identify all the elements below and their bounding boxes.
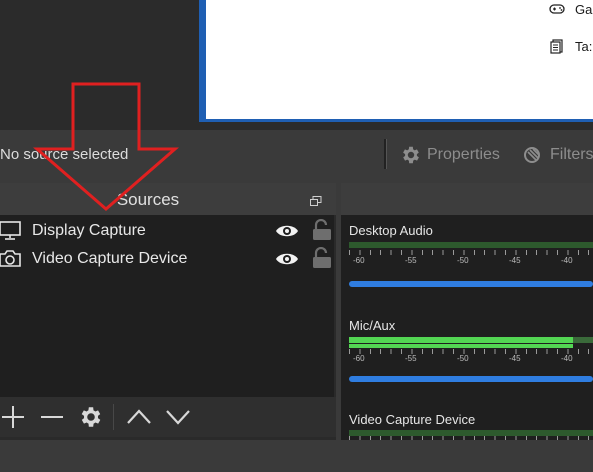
volume-meter: -60 -55 -50 -45 -40 bbox=[349, 242, 593, 268]
meter-ticks bbox=[349, 349, 593, 354]
status-bar bbox=[0, 440, 593, 472]
meter-tick-label: -40 bbox=[561, 354, 573, 363]
red-down-arrow-annotation bbox=[32, 82, 180, 211]
source-item-label: Display Capture bbox=[32, 222, 146, 239]
filters-button[interactable]: Filters bbox=[522, 143, 593, 167]
camera-icon bbox=[0, 250, 21, 267]
meter-tick-label: -60 bbox=[353, 256, 365, 265]
meter-tick-label: -60 bbox=[353, 354, 365, 363]
meter-tick-label: -45 bbox=[509, 256, 521, 265]
meter-tick-label: -55 bbox=[405, 354, 417, 363]
mixer-channel-name: Desktop Audio bbox=[349, 223, 433, 238]
gear-icon bbox=[403, 146, 419, 164]
context-bar-divider bbox=[384, 139, 387, 169]
audio-mixer-header bbox=[341, 183, 593, 215]
source-item-video-capture-device[interactable]: Video Capture Device bbox=[0, 245, 334, 273]
preview-menu-item-game: Ga bbox=[549, 0, 592, 18]
move-up-chevron-icon[interactable] bbox=[126, 404, 152, 430]
sources-list[interactable]: Display Capture Video Capture Device bbox=[0, 215, 334, 397]
preview-menu-label: Ta: bbox=[575, 38, 593, 54]
filters-label: Filters bbox=[550, 146, 593, 163]
meter-bar-level bbox=[349, 337, 573, 343]
source-settings-gear-icon[interactable] bbox=[78, 404, 104, 430]
volume-slider[interactable] bbox=[349, 376, 593, 382]
undock-icon[interactable] bbox=[310, 193, 322, 211]
meter-bar-left bbox=[349, 242, 593, 248]
properties-button[interactable]: Properties bbox=[400, 143, 500, 167]
document-icon bbox=[550, 39, 563, 54]
monitor-icon bbox=[0, 221, 21, 240]
meter-tick-label: -40 bbox=[561, 256, 573, 265]
volume-slider[interactable] bbox=[349, 281, 593, 287]
filters-icon bbox=[524, 147, 540, 163]
preview-menu-item-task: Ta: bbox=[549, 37, 592, 55]
preview-menu-label: Ga bbox=[575, 1, 593, 17]
mixer-channel-name: Video Capture Device bbox=[349, 412, 476, 427]
unlocked-icon[interactable] bbox=[312, 247, 332, 269]
source-item-label: Video Capture Device bbox=[32, 250, 188, 267]
meter-bar-level bbox=[349, 344, 573, 348]
gamepad-icon bbox=[549, 4, 565, 14]
volume-meter: -60 -55 -50 -45 -40 bbox=[349, 337, 593, 363]
move-down-chevron-icon[interactable] bbox=[165, 404, 191, 430]
meter-tick-label: -50 bbox=[457, 354, 469, 363]
meter-tick-label: -55 bbox=[405, 256, 417, 265]
eye-icon[interactable] bbox=[275, 251, 299, 267]
properties-label: Properties bbox=[427, 146, 500, 163]
add-source-button[interactable] bbox=[0, 404, 26, 430]
remove-source-button[interactable] bbox=[39, 404, 65, 430]
meter-tick-label: -45 bbox=[509, 354, 521, 363]
meter-tick-label: -50 bbox=[457, 256, 469, 265]
volume-meter bbox=[349, 430, 593, 440]
source-item-display-capture[interactable]: Display Capture bbox=[0, 217, 334, 245]
preview-canvas[interactable] bbox=[206, 0, 593, 119]
mixer-channel-name: Mic/Aux bbox=[349, 318, 396, 333]
meter-ticks bbox=[349, 250, 593, 255]
eye-icon[interactable] bbox=[275, 223, 299, 239]
unlocked-icon[interactable] bbox=[312, 219, 332, 241]
toolbar-separator bbox=[113, 404, 114, 430]
